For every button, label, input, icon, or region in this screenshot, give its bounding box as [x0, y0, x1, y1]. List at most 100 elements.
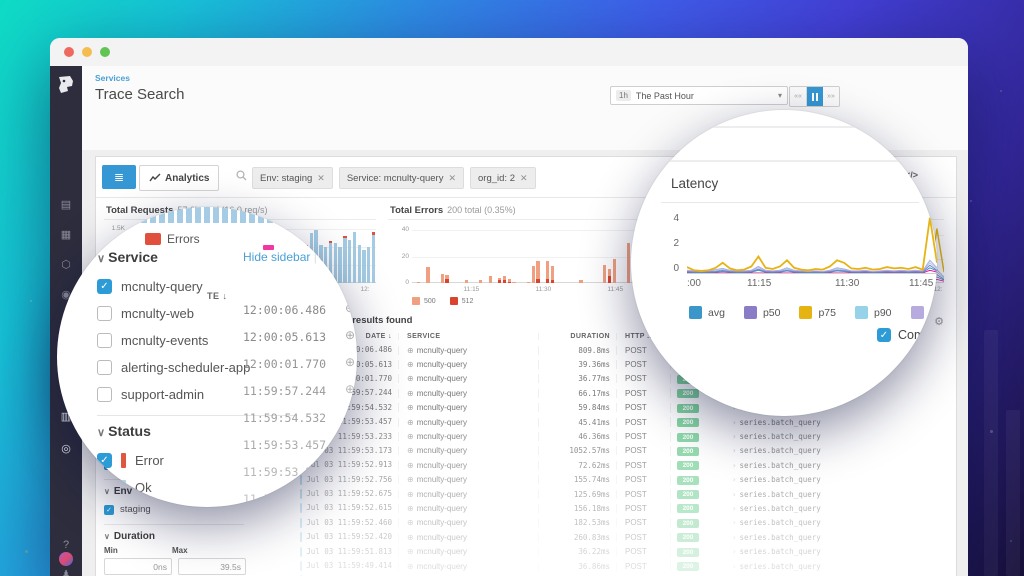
- status-badge: 200: [677, 475, 699, 485]
- error-bar: [603, 264, 607, 283]
- synthetics-icon[interactable]: ◎: [50, 442, 82, 456]
- facet-checkbox[interactable]: [97, 387, 112, 402]
- service-icon: ⊕: [407, 360, 414, 370]
- facet-duration: ∨ Duration Min Max: [104, 531, 246, 576]
- zoom-window-button[interactable]: [100, 47, 110, 57]
- compare-control[interactable]: ✓ Compare: [877, 328, 937, 342]
- close-window-button[interactable]: [64, 47, 74, 57]
- facet-status-header[interactable]: ∨ Status: [97, 423, 297, 439]
- facet-item[interactable]: ✓ mcnulty-query: [97, 273, 297, 300]
- facet-label: mcnulty-query: [121, 279, 203, 294]
- status-badge: 200: [677, 518, 699, 528]
- legend-label: p95: [929, 306, 937, 319]
- legend-item[interactable]: 500: [412, 297, 436, 305]
- errors-chart[interactable]: 0 20 40: [402, 225, 660, 286]
- y-tick: 0: [405, 279, 409, 286]
- filter-pill[interactable]: Service: mcnulty-query ✕: [338, 167, 465, 189]
- divider: [631, 126, 937, 128]
- legend-item[interactable]: p90: [855, 306, 892, 319]
- facet-duration-header[interactable]: ∨ Duration: [104, 531, 244, 542]
- service-icon: ⊕: [407, 432, 414, 442]
- legend-item[interactable]: avg: [689, 306, 725, 319]
- background-dot: [1000, 90, 1002, 92]
- datadog-logo[interactable]: [55, 74, 77, 96]
- column-header[interactable]: SERVICE: [398, 332, 538, 340]
- magnified-latency-chart[interactable]: [686, 214, 937, 279]
- legend-swatch: [743, 306, 757, 319]
- user-avatar[interactable]: [59, 552, 73, 566]
- remove-filter-icon[interactable]: ✕: [520, 173, 528, 184]
- error-bar: [512, 281, 516, 283]
- help-icon[interactable]: ?: [50, 538, 82, 552]
- time-pause-button[interactable]: [807, 87, 823, 106]
- error-bar: [498, 277, 502, 283]
- facet-checkbox[interactable]: ✓: [97, 480, 112, 495]
- y-tick: 20: [401, 252, 409, 260]
- time-range-label: The Past Hour: [635, 90, 694, 101]
- row-status-indicator: [300, 561, 303, 572]
- time-backward-button[interactable]: ««: [790, 87, 807, 106]
- table-row[interactable]: Jul 03 11:59:52.460 ⊕ mcnulty-query 182.53m…: [248, 516, 948, 530]
- facet-label: Ok: [135, 480, 152, 495]
- facet-checkbox[interactable]: ✓: [97, 279, 112, 294]
- legend-label: 512: [461, 297, 474, 305]
- analytics-icon: [149, 173, 161, 182]
- minimize-window-button[interactable]: [82, 47, 92, 57]
- compare-checkbox[interactable]: ✓: [877, 328, 891, 342]
- status-badge: 200: [677, 562, 699, 572]
- filter-pill[interactable]: Env: staging ✕: [252, 167, 333, 189]
- legend-item[interactable]: p75: [799, 306, 836, 319]
- users-icon[interactable]: ♟: [50, 568, 82, 576]
- time-forward-button[interactable]: »»: [823, 87, 839, 106]
- status-badge: 200: [677, 389, 699, 399]
- status-badge: 200: [677, 418, 699, 428]
- duration-min-label: Min: [104, 546, 118, 555]
- service-icon: ⊕: [407, 532, 414, 542]
- filter-pill[interactable]: org_id: 2 ✕: [470, 167, 536, 189]
- legend-item[interactable]: p95: [910, 306, 937, 319]
- duration-min-input[interactable]: [104, 558, 172, 575]
- x-axis: [687, 273, 937, 274]
- facet-checkbox[interactable]: [97, 306, 112, 321]
- status-badge: 200: [677, 446, 699, 456]
- x-tick: 11:30: [535, 286, 552, 293]
- magnified-date: 11:59:53.457: [243, 438, 327, 452]
- error-bar: [416, 281, 420, 283]
- error-bar: [627, 243, 631, 283]
- error-bar: [502, 276, 507, 283]
- duration-max-input[interactable]: [178, 558, 246, 575]
- table-row[interactable]: Jul 03 11:59:49.414 ⊕ mcnulty-query 36.86ms…: [248, 559, 948, 573]
- remove-filter-icon[interactable]: ✕: [317, 173, 325, 184]
- service-icon: ⊕: [345, 490, 356, 504]
- legend-item[interactable]: 512: [449, 297, 474, 305]
- legend-label: p75: [818, 306, 836, 319]
- service-icon: ⊕: [345, 382, 356, 396]
- facet-service-header[interactable]: ∨ Service: [97, 249, 297, 265]
- facet-checkbox[interactable]: [97, 360, 112, 375]
- remove-filter-icon[interactable]: ✕: [448, 173, 456, 184]
- background-decoration: [984, 330, 998, 576]
- chevron-right-icon: ›: [732, 503, 737, 513]
- legend-label: p90: [874, 306, 892, 319]
- list-view-toggle[interactable]: ≣: [102, 165, 136, 189]
- metrics-icon[interactable]: ▦: [50, 228, 82, 242]
- filter-pill-label: org_id: 2: [478, 172, 515, 184]
- service-icon: ⊕: [345, 463, 356, 477]
- facet-checkbox[interactable]: [97, 333, 112, 348]
- search-icon: [236, 170, 247, 184]
- breadcrumb[interactable]: Services: [95, 73, 130, 83]
- column-header[interactable]: DURATION: [538, 332, 616, 340]
- facet-label: alerting-scheduler-app: [121, 360, 251, 375]
- y-tick: 0: [673, 263, 679, 274]
- table-row[interactable]: Jul 03 11:59:51.813 ⊕ mcnulty-query 36.22ms…: [248, 544, 948, 558]
- legend-item[interactable]: p50: [743, 306, 780, 319]
- time-range-picker[interactable]: 1h The Past Hour ▾: [610, 86, 788, 105]
- dashboards-icon[interactable]: ▤: [50, 198, 82, 212]
- facet-checkbox[interactable]: ✓: [97, 453, 112, 468]
- analytics-view-toggle[interactable]: Analytics: [139, 165, 220, 191]
- status-badge: 200: [677, 490, 699, 500]
- request-bar: [357, 244, 361, 283]
- list-icon: ≣: [113, 170, 125, 184]
- infrastructure-icon[interactable]: ⬡: [50, 258, 82, 272]
- table-row[interactable]: Jul 03 11:59:52.420 ⊕ mcnulty-query 260.83m…: [248, 530, 948, 544]
